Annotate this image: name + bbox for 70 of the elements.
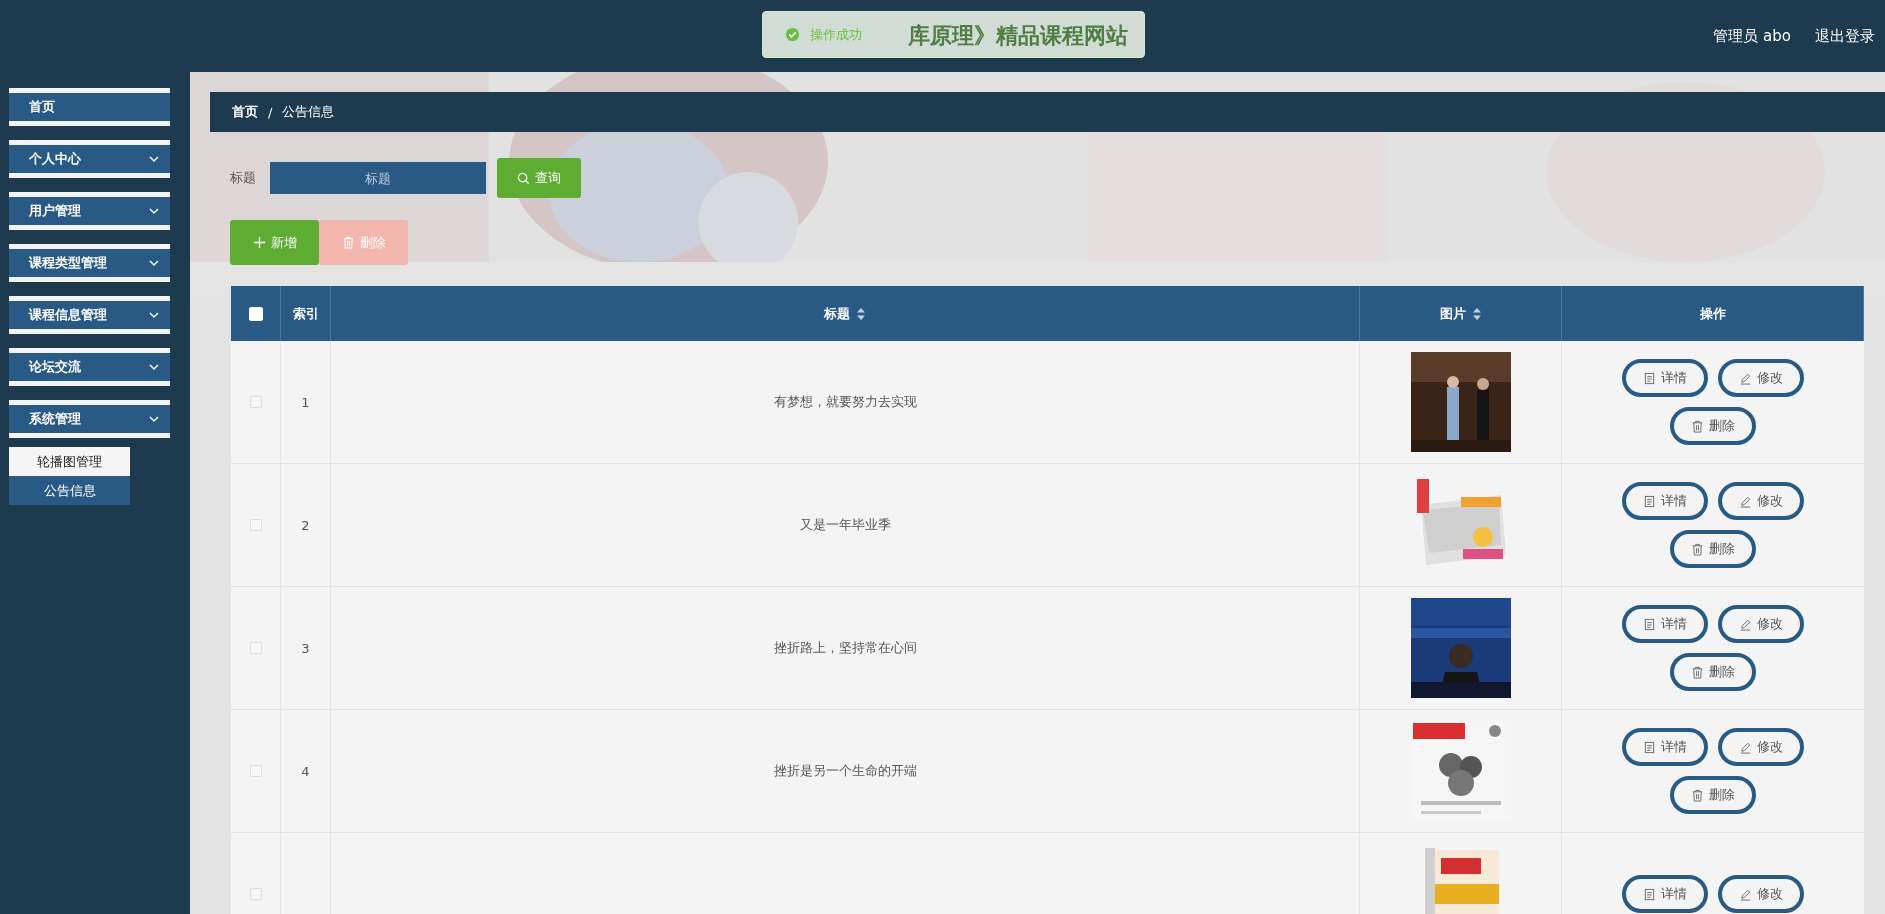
submenu-item[interactable]: 轮播图管理 [9, 447, 130, 476]
edit-button[interactable]: 修改 [1718, 482, 1804, 520]
details-button[interactable]: 详情 [1622, 605, 1708, 643]
menu-item[interactable]: 课程类型管理 [9, 244, 170, 282]
column-header: 图片 [1439, 304, 1466, 323]
edit-button[interactable]: 修改 [1718, 728, 1804, 766]
plus-icon [252, 236, 266, 249]
document-icon [1643, 740, 1656, 754]
title-cell: 又是一年毕业季 [799, 516, 891, 534]
pencil-icon [1739, 740, 1752, 754]
index-cell: 2 [301, 517, 310, 533]
index-cell: 4 [301, 763, 310, 779]
delete-button[interactable]: 删除 [1670, 776, 1756, 814]
column-header: 操作 [1699, 304, 1726, 323]
pencil-icon [1739, 494, 1752, 508]
breadcrumb-link[interactable]: 公告信息 [282, 103, 335, 121]
menu-item[interactable]: 课程信息管理 [9, 296, 170, 334]
document-icon [1643, 887, 1656, 901]
edit-button[interactable]: 修改 [1718, 359, 1804, 397]
menu-item[interactable]: 个人中心 [9, 140, 170, 178]
row-checkbox[interactable] [249, 765, 262, 777]
search-label: 标题 [230, 169, 256, 187]
column-header: 标题 [824, 304, 850, 323]
document-icon [1643, 494, 1656, 508]
breadcrumb-separator: / [268, 104, 273, 120]
user-name: 管理员 abo [1713, 26, 1791, 46]
menu-item[interactable]: 论坛交流 [9, 348, 170, 386]
document-icon [1643, 617, 1656, 631]
trash-icon [341, 236, 355, 249]
delete-button[interactable]: 删除 [1670, 407, 1756, 445]
pencil-icon [1739, 371, 1752, 385]
submenu-item[interactable]: 公告信息 [9, 476, 130, 505]
menu-item[interactable]: 系统管理 [9, 400, 170, 438]
trash-icon [1691, 665, 1704, 679]
delete-button[interactable]: 删除 [1670, 530, 1756, 568]
trash-icon [1691, 419, 1704, 433]
toast-text: 操作成功 [810, 25, 862, 44]
pencil-icon [1739, 617, 1752, 631]
row-checkbox[interactable] [249, 642, 262, 654]
trash-icon [1691, 788, 1704, 802]
details-button[interactable]: 详情 [1622, 359, 1708, 397]
breadcrumb-link[interactable]: 首页 [232, 103, 258, 121]
pencil-icon [1739, 887, 1752, 901]
edit-button[interactable]: 修改 [1718, 875, 1804, 913]
details-button[interactable]: 详情 [1622, 875, 1708, 913]
row-checkbox[interactable] [249, 396, 262, 408]
title-cell: 挫折是另一个生命的开端 [773, 762, 917, 780]
row-checkbox[interactable] [249, 888, 262, 900]
trash-icon [1691, 542, 1704, 556]
title-cell: 挫折路上，坚持常在心间 [773, 639, 917, 657]
row-checkbox[interactable] [249, 519, 262, 531]
index-cell: 1 [301, 394, 310, 410]
search-icon [517, 171, 530, 185]
search-field[interactable]: 标题 [270, 162, 486, 194]
sort-icon[interactable] [856, 306, 866, 321]
logout-link[interactable]: 退出登录 [1815, 26, 1875, 46]
document-icon [1643, 371, 1656, 385]
title-cell: 有梦想，就要努力去实现 [773, 393, 917, 411]
edit-button[interactable]: 修改 [1718, 605, 1804, 643]
details-button[interactable]: 详情 [1622, 482, 1708, 520]
check-icon [785, 27, 800, 42]
menu-item[interactable]: 首页 [9, 88, 170, 126]
select-all-checkbox[interactable] [248, 306, 263, 321]
site-title: 库原理》精品课程网站 [907, 22, 1128, 50]
delete-button[interactable]: 删除 [1670, 653, 1756, 691]
menu-item[interactable]: 用户管理 [9, 192, 170, 230]
index-cell: 3 [301, 640, 310, 656]
sort-icon[interactable] [1471, 306, 1482, 321]
details-button[interactable]: 详情 [1622, 728, 1708, 766]
column-header: 索引 [292, 304, 319, 323]
